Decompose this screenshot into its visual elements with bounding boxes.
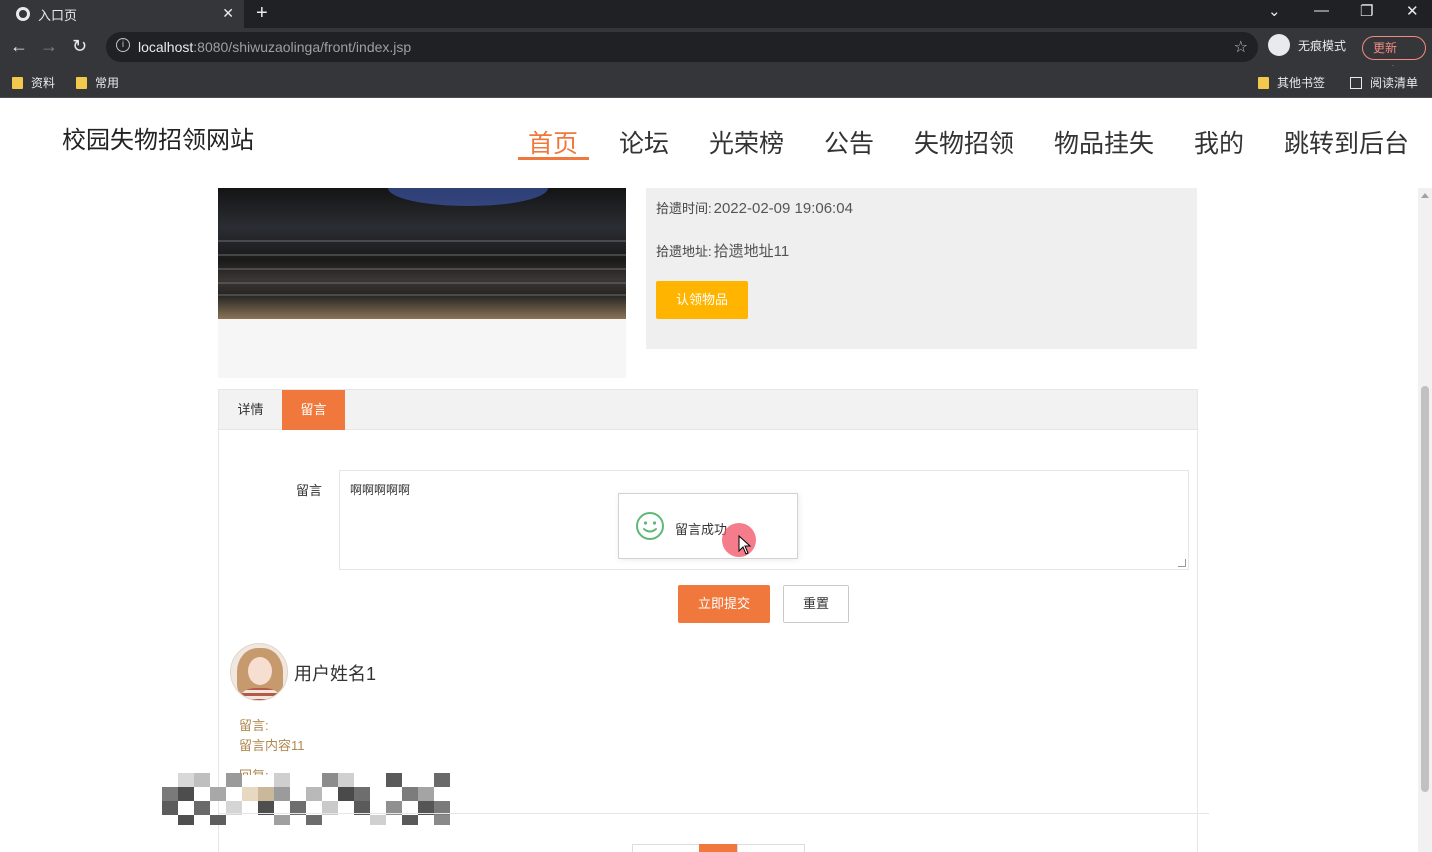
reading-list[interactable]: 阅读清单 bbox=[1350, 74, 1418, 91]
window-close-icon[interactable]: ✕ bbox=[1406, 2, 1419, 20]
bookmark-star-icon[interactable]: ☆ bbox=[1234, 37, 1248, 57]
comment-label: 留言 bbox=[296, 483, 323, 498]
globe-icon bbox=[16, 7, 30, 21]
incognito-indicator[interactable]: 无痕模式 bbox=[1268, 34, 1346, 56]
comment-content: 留言内容11 bbox=[239, 738, 305, 753]
avatar bbox=[230, 643, 288, 701]
item-info-panel: 拾遗时间: 2022-02-09 19:06:04 拾遗地址: 拾遗地址11 认领物… bbox=[646, 188, 1197, 349]
folder-icon bbox=[1258, 76, 1269, 89]
nav-honor[interactable]: 光荣榜 bbox=[709, 124, 784, 160]
pixelated-watermark bbox=[162, 773, 454, 827]
minimize-icon[interactable]: — bbox=[1314, 2, 1329, 19]
restore-icon[interactable]: ❐ bbox=[1360, 2, 1373, 20]
submit-button[interactable]: 立即提交 bbox=[678, 585, 770, 623]
scroll-up-icon[interactable] bbox=[1421, 193, 1429, 198]
tab-title: 入口页 bbox=[38, 7, 78, 23]
section-divider bbox=[219, 813, 1209, 814]
url-text: localhost:8080/shiwuzaolinga/front/index… bbox=[138, 39, 412, 55]
address-bar[interactable]: i localhost:8080/shiwuzaolinga/front/ind… bbox=[106, 32, 1258, 62]
nav-home[interactable]: 首页 bbox=[528, 124, 578, 160]
scroll-thumb[interactable] bbox=[1421, 386, 1429, 792]
pager-next[interactable] bbox=[737, 844, 805, 852]
site-logo[interactable]: 校园失物招领网站 bbox=[62, 120, 254, 155]
nav-lost-found[interactable]: 失物招领 bbox=[914, 124, 1014, 160]
page-scrollbar[interactable] bbox=[1418, 188, 1432, 852]
comment-username: 用户姓名1 bbox=[294, 664, 377, 684]
claim-item-button[interactable]: 认领物品 bbox=[656, 281, 748, 319]
browser-toolbar: ← → ↻ i localhost:8080/shiwuzaolinga/fro… bbox=[0, 28, 1432, 77]
pager-current[interactable] bbox=[699, 844, 738, 852]
reload-icon[interactable]: ↻ bbox=[72, 36, 87, 57]
nav-report-lost[interactable]: 物品挂失 bbox=[1054, 124, 1154, 160]
smile-icon bbox=[636, 512, 664, 540]
update-button[interactable]: 更新 ⋮ bbox=[1362, 36, 1426, 77]
close-tab-icon[interactable]: ✕ bbox=[222, 5, 234, 22]
item-photo bbox=[218, 188, 626, 319]
pickup-time-row: 拾遗时间: 2022-02-09 19:06:04 bbox=[656, 200, 853, 217]
nav-active-underline bbox=[518, 157, 589, 160]
mouse-cursor-icon bbox=[738, 535, 752, 555]
folder-icon bbox=[12, 76, 23, 89]
comment-label-text: 留言: bbox=[239, 718, 269, 733]
nav-notice[interactable]: 公告 bbox=[824, 124, 874, 160]
browser-tabstrip: 入口页 ✕ + ⌄ — ❐ ✕ bbox=[0, 0, 1432, 28]
reading-list-icon bbox=[1350, 76, 1362, 89]
pickup-address-row: 拾遗地址: 拾遗地址11 bbox=[656, 243, 790, 260]
info-icon[interactable]: i bbox=[116, 38, 130, 52]
folder-icon bbox=[76, 76, 87, 89]
tab-comments[interactable]: 留言 bbox=[282, 390, 345, 430]
bookmarks-bar: 资料 常用 其他书签 阅读清单 bbox=[0, 66, 1432, 98]
nav-forum[interactable]: 论坛 bbox=[619, 124, 669, 160]
tab-search-icon[interactable]: ⌄ bbox=[1268, 2, 1281, 20]
bookmark-folder[interactable]: 常用 bbox=[76, 74, 119, 91]
new-tab-icon[interactable]: + bbox=[256, 2, 268, 25]
nav-mine[interactable]: 我的 bbox=[1194, 124, 1244, 160]
reset-button[interactable]: 重置 bbox=[783, 585, 849, 623]
incognito-icon bbox=[1268, 34, 1290, 56]
browser-tab[interactable]: 入口页 ✕ bbox=[0, 0, 244, 28]
site-header: 校园失物招领网站 首页 论坛 光荣榜 公告 失物招领 物品挂失 我的 跳转到后台 bbox=[0, 98, 1432, 188]
tabs-header: 详情 留言 bbox=[219, 390, 1197, 430]
resize-handle[interactable] bbox=[1178, 559, 1186, 567]
other-bookmarks[interactable]: 其他书签 bbox=[1258, 74, 1325, 91]
tab-details[interactable]: 详情 bbox=[219, 390, 282, 430]
toast-message: 留言成功 bbox=[675, 522, 728, 537]
forward-icon[interactable]: → bbox=[40, 36, 58, 57]
success-toast: 留言成功 bbox=[618, 493, 798, 559]
back-icon[interactable]: ← bbox=[10, 36, 28, 57]
nav-admin[interactable]: 跳转到后台 bbox=[1284, 124, 1409, 160]
pager-prev[interactable] bbox=[632, 844, 700, 852]
bookmark-folder[interactable]: 资料 bbox=[12, 74, 55, 91]
